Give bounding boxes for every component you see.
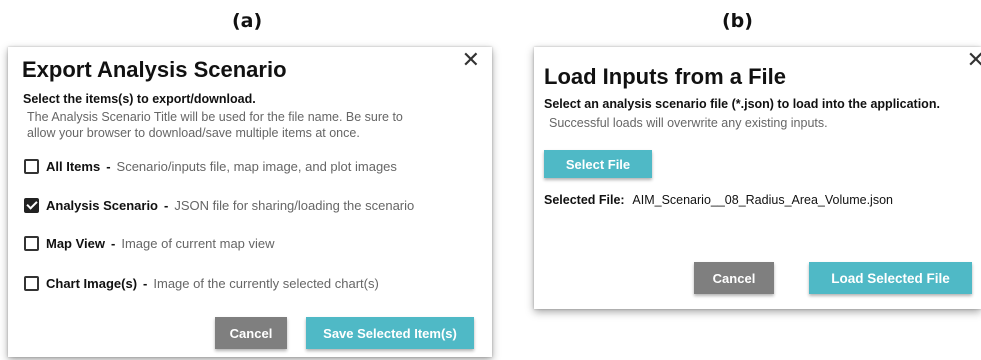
close-icon[interactable]: ✕ xyxy=(462,50,480,72)
option-name: Analysis Scenario xyxy=(46,197,158,213)
option-description: Scenario/inputs file, map image, and plo… xyxy=(116,158,397,174)
load-inputs-dialog: ✕ Load Inputs from a File Select an anal… xyxy=(534,47,981,309)
option-all-items[interactable]: All Items - Scenario/inputs file, map im… xyxy=(24,156,397,176)
checkbox-analysis-scenario[interactable] xyxy=(24,197,39,213)
option-separator: - xyxy=(164,197,169,213)
export-dialog: ✕ Export Analysis Scenario Select the it… xyxy=(8,47,492,357)
option-name: Chart Image(s) xyxy=(46,275,138,291)
selected-file-label: Selected File: xyxy=(544,193,625,207)
select-file-button[interactable]: Select File xyxy=(544,150,652,178)
option-description: Image of current map view xyxy=(121,235,275,251)
panel-label-a: (a) xyxy=(232,10,263,32)
option-name: Map View xyxy=(46,235,106,251)
checkbox-map-view[interactable] xyxy=(24,235,39,251)
description-line-2: allow your browser to download/save mult… xyxy=(27,126,360,140)
dialog-title: Load Inputs from a File xyxy=(544,64,787,89)
option-separator: - xyxy=(111,235,116,251)
cancel-button[interactable]: Cancel xyxy=(215,317,287,349)
option-analysis-scenario[interactable]: Analysis Scenario - JSON file for sharin… xyxy=(24,195,414,215)
dialog-subtitle: Select the items(s) to export/download. xyxy=(23,92,256,106)
option-separator: - xyxy=(143,275,148,291)
option-separator: - xyxy=(106,158,111,174)
dialog-subtitle: Select an analysis scenario file (*.json… xyxy=(544,97,940,111)
save-selected-items-button[interactable]: Save Selected Item(s) xyxy=(306,317,474,349)
option-map-view[interactable]: Map View - Image of current map view xyxy=(24,233,275,253)
dialog-description: The Analysis Scenario Title will be used… xyxy=(27,109,477,141)
selected-file-row: Selected File: AIM_Scenario__08_Radius_A… xyxy=(544,193,893,207)
option-chart-images[interactable]: Chart Image(s) - Image of the currently … xyxy=(24,273,379,293)
load-selected-file-button[interactable]: Load Selected File xyxy=(809,262,972,294)
option-description: JSON file for sharing/loading the scenar… xyxy=(174,197,415,213)
checkbox-all-items[interactable] xyxy=(24,158,39,174)
option-description: Image of the currently selected chart(s) xyxy=(153,275,379,291)
option-name: All Items xyxy=(46,158,101,174)
dialog-title: Export Analysis Scenario xyxy=(22,57,287,82)
panel-label-b: (b) xyxy=(722,10,753,32)
checkbox-chart-images[interactable] xyxy=(24,275,39,291)
cancel-button[interactable]: Cancel xyxy=(694,262,774,294)
description-line-1: The Analysis Scenario Title will be used… xyxy=(27,110,403,124)
dialog-description: Successful loads will overwrite any exis… xyxy=(549,116,828,130)
close-icon[interactable]: ✕ xyxy=(967,50,981,72)
selected-file-value: AIM_Scenario__08_Radius_Area_Volume.json xyxy=(632,193,893,207)
